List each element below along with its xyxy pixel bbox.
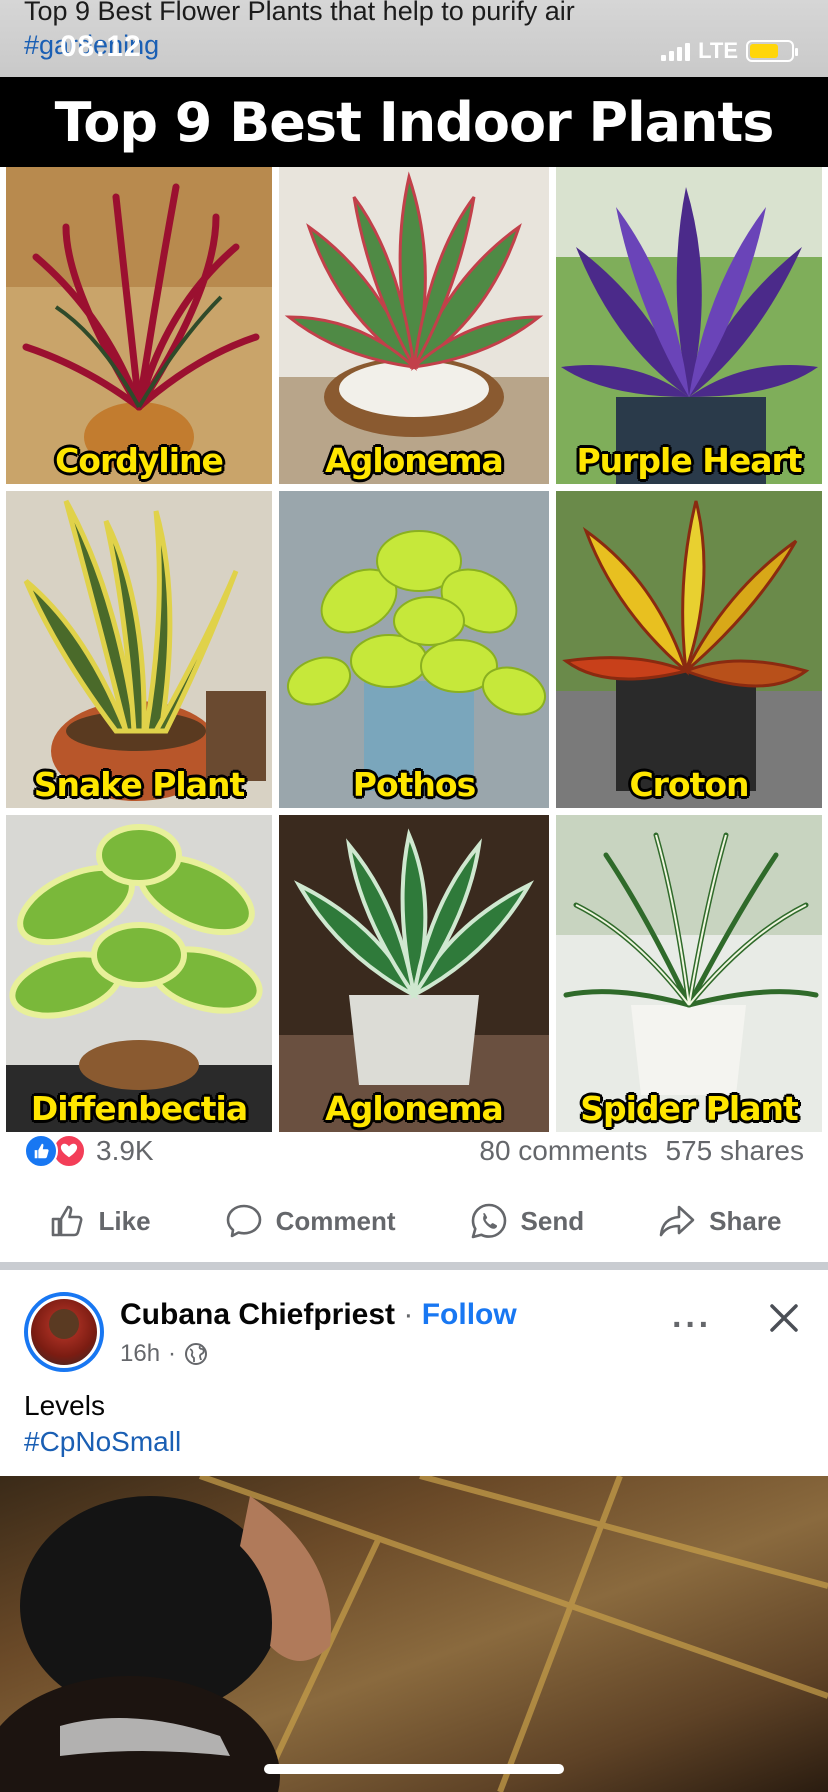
reaction-count[interactable]: 3.9K: [96, 1135, 154, 1167]
signal-icon: [661, 41, 691, 61]
status-bar: Top 9 Best Flower Plants that help to pu…: [0, 0, 828, 77]
video-frame: [0, 1476, 828, 1792]
post-meta: 16h ·: [120, 1340, 208, 1368]
follow-button[interactable]: Follow: [422, 1298, 517, 1331]
comment-label: Comment: [275, 1205, 396, 1236]
close-icon[interactable]: [764, 1298, 804, 1338]
feed-divider: [0, 1262, 828, 1270]
post-hashtag[interactable]: #CpNoSmall: [24, 1424, 181, 1460]
plant-tile-aglonema: Aglonema: [279, 167, 549, 484]
avatar[interactable]: [24, 1292, 104, 1372]
image-title-bar: Top 9 Best Indoor Plants: [0, 77, 828, 167]
like-label: Like: [98, 1205, 151, 1236]
share-button[interactable]: Share: [657, 1201, 781, 1241]
status-time: 08:12: [60, 30, 142, 63]
post-header: Cubana Chiefpriest · Follow 16h · ···: [0, 1270, 828, 1380]
thumbs-up-icon: [51, 1205, 82, 1237]
pothos-image: [279, 491, 549, 808]
purple-heart-image: [556, 167, 822, 484]
cordyline-image: [6, 167, 272, 484]
comments-count[interactable]: 80 comments: [479, 1135, 647, 1167]
like-reaction-icon: [24, 1134, 58, 1168]
plant-label: Purple Heart: [576, 441, 802, 480]
plant-tile-diffenbectia: Diffenbectia: [6, 815, 272, 1132]
plant-tile-cordyline: Cordyline: [6, 167, 272, 484]
plant-grid: Cordyline Aglonema Purple Heart Snake Pl…: [6, 167, 822, 1132]
post-time[interactable]: 16h: [120, 1340, 160, 1368]
croton-image: [556, 491, 822, 808]
meta-dot: ·: [168, 1340, 177, 1367]
snake-plant-image: [6, 491, 272, 808]
plant-tile-snake-plant: Snake Plant: [6, 491, 272, 808]
post-caption: Top 9 Best Flower Plants that help to pu…: [24, 0, 575, 26]
share-label: Share: [709, 1205, 782, 1236]
diffenbectia-image: [6, 815, 272, 1132]
plant-tile-spider-plant: Spider Plant: [556, 815, 822, 1132]
image-title: Top 9 Best Indoor Plants: [54, 90, 775, 154]
comment-bubble-icon: [226, 1204, 261, 1238]
plant-tile-pothos: Pothos: [279, 491, 549, 808]
aglonema-silver-image: [279, 815, 549, 1132]
whatsapp-icon: [471, 1203, 506, 1239]
plant-label: Pothos: [352, 765, 476, 804]
author-name[interactable]: Cubana Chiefpriest: [120, 1298, 395, 1331]
send-label: Send: [520, 1205, 585, 1236]
plant-label: Croton: [629, 765, 749, 804]
plant-label: Cordyline: [55, 441, 224, 480]
plant-label: Aglonema: [325, 441, 504, 480]
globe-icon: [185, 1343, 208, 1365]
home-indicator: [264, 1764, 564, 1774]
network-type: LTE: [698, 38, 738, 63]
reactions-bar: 3.9K 80 comments 575 shares: [0, 1116, 828, 1186]
status-indicators: LTE: [661, 38, 798, 64]
more-options-button[interactable]: ···: [672, 1306, 712, 1345]
shares-count[interactable]: 575 shares: [665, 1135, 804, 1167]
aglonema-image: [279, 167, 549, 484]
reaction-icons[interactable]: [24, 1134, 86, 1168]
post-image[interactable]: Top 9 Best Indoor Plants Cordyline Aglon…: [0, 77, 828, 1132]
post-text: Levels #CpNoSmall: [24, 1388, 181, 1460]
comment-button[interactable]: Comment: [224, 1201, 396, 1241]
plant-tile-croton: Croton: [556, 491, 822, 808]
plant-tile-aglonema-2: Aglonema: [279, 815, 549, 1132]
send-button[interactable]: Send: [469, 1201, 585, 1241]
post-video[interactable]: [0, 1476, 828, 1792]
post-text-line: Levels: [24, 1390, 105, 1421]
plant-tile-purple-heart: Purple Heart: [556, 167, 822, 484]
post-actions: Like Comment Send Share: [0, 1186, 828, 1256]
author-separator: ·: [395, 1298, 422, 1331]
plant-label: Snake Plant: [33, 765, 246, 804]
like-button[interactable]: Like: [47, 1201, 151, 1241]
spider-plant-image: [556, 815, 822, 1132]
share-arrow-icon: [659, 1205, 695, 1237]
battery-icon: [746, 40, 798, 62]
author-line: Cubana Chiefpriest · Follow: [120, 1298, 517, 1332]
